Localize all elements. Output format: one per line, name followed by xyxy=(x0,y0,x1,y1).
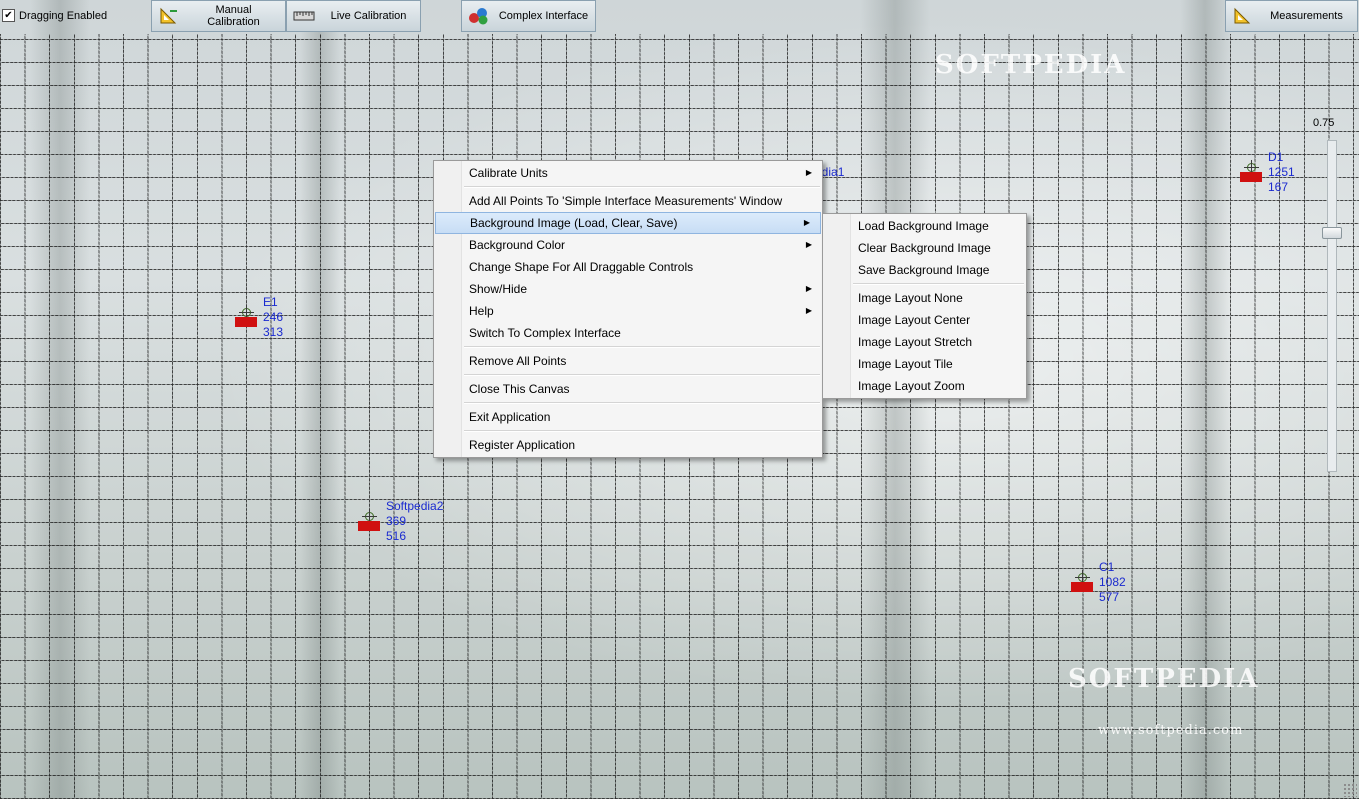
menu-item-close-canvas[interactable]: Close This Canvas xyxy=(434,378,822,400)
point-label: Softpedia2 369 516 xyxy=(386,499,444,543)
ruler-triangle-icon xyxy=(158,7,180,25)
softpedia-watermark: SOFTPEDIA xyxy=(935,50,1127,80)
triangle-ruler-icon xyxy=(1232,7,1254,25)
submenu-item-layout-tile[interactable]: Image Layout Tile xyxy=(823,353,1026,375)
softpedia-watermark: SOFTPEDIA xyxy=(1068,664,1260,694)
live-calibration-button[interactable]: Live Calibration xyxy=(286,0,421,32)
submenu-item-clear-background[interactable]: Clear Background Image xyxy=(823,237,1026,259)
submenu-item-layout-stretch[interactable]: Image Layout Stretch xyxy=(823,331,1026,353)
menu-item-background-image[interactable]: Background Image (Load, Clear, Save) ▶ xyxy=(435,212,821,234)
menu-separator xyxy=(464,374,820,376)
menu-item-exit-application[interactable]: Exit Application xyxy=(434,406,822,428)
measurements-button[interactable]: Measurements xyxy=(1225,0,1358,32)
shapes-icon xyxy=(468,7,490,25)
menu-separator xyxy=(464,402,820,404)
submenu-arrow-icon: ▶ xyxy=(803,218,810,227)
menu-item-add-all-points[interactable]: Add All Points To 'Simple Interface Meas… xyxy=(434,190,822,212)
dragging-enabled-label: Dragging Enabled xyxy=(19,9,108,22)
point-label: C1 1082 577 xyxy=(1099,560,1126,604)
background-image-submenu: Load Background Image Clear Background I… xyxy=(822,213,1027,399)
dragging-enabled-checkbox[interactable]: ✔ Dragging Enabled xyxy=(2,9,107,22)
menu-item-calibrate-units[interactable]: Calibrate Units ▶ xyxy=(434,162,822,184)
point-marker[interactable] xyxy=(1071,582,1093,592)
resize-grip-icon[interactable] xyxy=(1343,783,1357,797)
submenu-item-layout-center[interactable]: Image Layout Center xyxy=(823,309,1026,331)
submenu-arrow-icon: ▶ xyxy=(805,284,812,293)
zoom-level-label: 0.75 xyxy=(1313,117,1335,129)
submenu-arrow-icon: ▶ xyxy=(805,306,812,315)
submenu-item-layout-none[interactable]: Image Layout None xyxy=(823,287,1026,309)
softpedia-url: www.softpedia.com xyxy=(1098,723,1244,738)
toolbar: ✔ Dragging Enabled Manual Calibration Li… xyxy=(0,0,1359,34)
point-marker[interactable] xyxy=(1240,172,1262,182)
menu-item-remove-all-points[interactable]: Remove All Points xyxy=(434,350,822,372)
canvas-context-menu: Calibrate Units ▶ Add All Points To 'Simp… xyxy=(433,160,823,458)
zoom-slider-track[interactable] xyxy=(1327,140,1337,472)
point-marker[interactable] xyxy=(358,521,380,531)
checkbox-check-icon[interactable]: ✔ xyxy=(2,9,15,22)
menu-item-background-color[interactable]: Background Color ▶ xyxy=(434,234,822,256)
zoom-slider-thumb[interactable] xyxy=(1322,227,1342,240)
menu-separator xyxy=(464,430,820,432)
menu-separator xyxy=(853,283,1024,285)
complex-interface-button[interactable]: Complex Interface xyxy=(461,0,596,32)
point-marker[interactable] xyxy=(235,317,257,327)
menu-item-change-shape[interactable]: Change Shape For All Draggable Controls xyxy=(434,256,822,278)
menu-item-help[interactable]: Help ▶ xyxy=(434,300,822,322)
point-label: D1 1251 167 xyxy=(1268,150,1295,194)
menu-item-show-hide[interactable]: Show/Hide ▶ xyxy=(434,278,822,300)
menu-item-switch-complex[interactable]: Switch To Complex Interface xyxy=(434,322,822,344)
submenu-arrow-icon: ▶ xyxy=(805,240,812,249)
submenu-item-layout-zoom[interactable]: Image Layout Zoom xyxy=(823,375,1026,397)
point-label: E1 246 313 xyxy=(263,295,284,339)
menu-separator xyxy=(464,186,820,188)
submenu-arrow-icon: ▶ xyxy=(805,168,812,177)
menu-item-register-application[interactable]: Register Application xyxy=(434,434,822,456)
manual-calibration-button[interactable]: Manual Calibration xyxy=(151,0,286,32)
menu-separator xyxy=(464,346,820,348)
submenu-item-save-background[interactable]: Save Background Image xyxy=(823,259,1026,281)
ruler-icon xyxy=(293,7,315,25)
submenu-item-load-background[interactable]: Load Background Image xyxy=(823,215,1026,237)
